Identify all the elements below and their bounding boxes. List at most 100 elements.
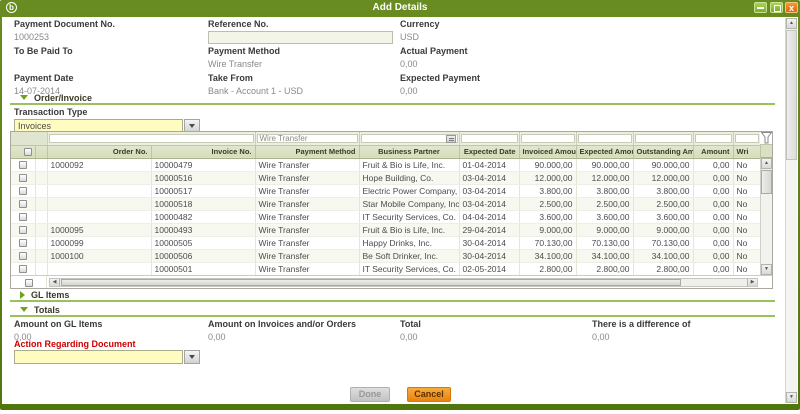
cell-outstanding: 9.000,00	[633, 223, 693, 236]
cell-amount: 0,00	[693, 184, 733, 197]
field-label: Total	[400, 319, 590, 329]
close-icon[interactable]: x	[785, 2, 798, 13]
cell-date: 02-05-2014	[459, 262, 519, 275]
cell-invoiced: 9.000,00	[519, 223, 576, 236]
cell-order: 1000100	[47, 249, 151, 262]
minimize-icon[interactable]	[754, 2, 767, 13]
chevron-down-icon[interactable]	[184, 350, 200, 364]
grid-header-row: Order No. Invoice No. Payment Method Bus…	[11, 145, 760, 158]
row-checkbox[interactable]	[19, 174, 27, 182]
grid-vscroll-track[interactable]: ▲ ▼	[760, 158, 772, 275]
action-regarding-document-select[interactable]	[14, 350, 200, 364]
filter-payment-method[interactable]: Wire Transfer	[255, 132, 359, 145]
cell-amount: 0,00	[693, 210, 733, 223]
cell-order	[47, 262, 151, 275]
field-to-be-paid-to: To Be Paid To	[14, 46, 204, 59]
cell-expected: 90.000,00	[576, 158, 633, 171]
filter-invoiced-amount[interactable]	[519, 132, 576, 145]
row-checkbox-cell	[11, 197, 35, 210]
dialog-scrollbar-thumb[interactable]	[786, 30, 797, 160]
row-checkbox[interactable]	[19, 161, 27, 169]
section-order-invoice[interactable]: Order/Invoice	[10, 92, 775, 105]
cell-order	[47, 197, 151, 210]
grid-row[interactable]: 10000482Wire TransferIT Security Service…	[11, 210, 760, 223]
select-all-checkbox[interactable]	[11, 145, 35, 158]
grid-row[interactable]: 10000517Wire TransferElectric Power Comp…	[11, 184, 760, 197]
restore-icon[interactable]	[770, 2, 783, 13]
grid-row[interactable]: 100010010000506Wire TransferBe Soft Drin…	[11, 249, 760, 262]
grid-hscroll-thumb[interactable]	[61, 279, 681, 286]
cell-invoice: 10000482	[151, 210, 255, 223]
cell-expected: 2.500,00	[576, 197, 633, 210]
section-totals[interactable]: Totals	[10, 304, 775, 317]
filter-expected-amount[interactable]	[576, 132, 633, 145]
grid-row[interactable]: 10000501Wire TransferIT Security Service…	[11, 262, 760, 275]
field-actual-payment: Actual Payment 0,00	[400, 46, 590, 69]
scroll-up-icon[interactable]: ▲	[786, 18, 797, 29]
row-checkbox-cell	[11, 184, 35, 197]
filter-writeoff[interactable]	[733, 132, 760, 145]
collapse-triangle-icon	[20, 307, 28, 312]
header-outstanding-amount[interactable]: Outstanding Amount	[633, 145, 693, 158]
dialog-titlebar[interactable]: b Add Details x	[0, 0, 800, 17]
spacer-cell	[35, 197, 47, 210]
filter-expected-date[interactable]	[459, 132, 519, 145]
header-expected-date[interactable]: Expected Date	[459, 145, 519, 158]
field-label: Currency	[400, 19, 590, 29]
row-checkbox[interactable]	[19, 265, 27, 273]
header-invoice-no[interactable]: Invoice No.	[151, 145, 255, 158]
filter-corner-cell	[11, 132, 47, 145]
cell-method: Wire Transfer	[255, 236, 359, 249]
field-label: Payment Document No.	[14, 19, 204, 29]
header-amount[interactable]: Amount	[693, 145, 733, 158]
dialog-scrollbar[interactable]: ▲ ▼	[785, 18, 797, 403]
row-checkbox-cell	[11, 236, 35, 249]
done-button[interactable]: Done	[350, 387, 390, 402]
row-checkbox[interactable]	[19, 200, 27, 208]
scroll-down-icon[interactable]: ▼	[761, 264, 772, 275]
grid-vscroll-thumb[interactable]	[761, 170, 772, 194]
filter-order-invoice[interactable]	[47, 132, 255, 145]
reference-no-input[interactable]	[208, 31, 393, 44]
row-checkbox[interactable]	[25, 279, 33, 287]
invoice-table: Wire Transfer	[11, 132, 761, 276]
cell-partner: Fruit & Bio is Life, Inc.	[359, 223, 459, 236]
spacer-cell	[35, 223, 47, 236]
spacer-cell	[35, 249, 47, 262]
header-writeoff[interactable]: Wri	[733, 145, 760, 158]
scroll-up-icon[interactable]: ▲	[761, 158, 772, 169]
filter-outstanding-amount[interactable]	[633, 132, 693, 145]
header-order-no[interactable]: Order No.	[47, 145, 151, 158]
filter-picker-icon[interactable]	[446, 135, 456, 143]
grid-hscroll-track[interactable]: ◀ ▶	[49, 278, 758, 287]
grid-row[interactable]: 100009910000505Wire TransferHappy Drinks…	[11, 236, 760, 249]
row-checkbox[interactable]	[19, 239, 27, 247]
grid-row[interactable]: 10000518Wire TransferStar Mobile Company…	[11, 197, 760, 210]
grid-row[interactable]: 100009210000479Wire TransferFruit & Bio …	[11, 158, 760, 171]
funnel-cell	[760, 132, 772, 145]
field-value: 0,00	[400, 332, 590, 342]
section-gl-items[interactable]: GL Items	[10, 289, 775, 302]
header-expected-amount[interactable]: Expected Amount	[576, 145, 633, 158]
scroll-down-icon[interactable]: ▼	[786, 392, 797, 403]
cancel-button[interactable]: Cancel	[407, 387, 451, 402]
filter-amount[interactable]	[693, 132, 733, 145]
row-checkbox[interactable]	[19, 213, 27, 221]
field-label: Transaction Type	[14, 107, 200, 117]
grid-row[interactable]: 100009510000493Wire TransferFruit & Bio …	[11, 223, 760, 236]
filter-business-partner[interactable]	[359, 132, 459, 145]
row-checkbox[interactable]	[19, 226, 27, 234]
grid-row[interactable]: 10000516Wire TransferHope Building, Co.0…	[11, 171, 760, 184]
spacer-cell	[35, 158, 47, 171]
header-payment-method[interactable]: Payment Method	[255, 145, 359, 158]
header-invoiced-amount[interactable]: Invoiced Amount	[519, 145, 576, 158]
row-checkbox[interactable]	[19, 252, 27, 260]
header-business-partner[interactable]: Business Partner	[359, 145, 459, 158]
cell-writeoff: No	[733, 184, 760, 197]
row-checkbox[interactable]	[19, 187, 27, 195]
filter-funnel-icon[interactable]	[761, 132, 772, 144]
scroll-right-icon[interactable]: ▶	[747, 279, 757, 286]
action-value[interactable]	[14, 350, 183, 364]
scroll-left-icon[interactable]: ◀	[50, 279, 60, 286]
collapse-triangle-icon	[20, 95, 28, 100]
